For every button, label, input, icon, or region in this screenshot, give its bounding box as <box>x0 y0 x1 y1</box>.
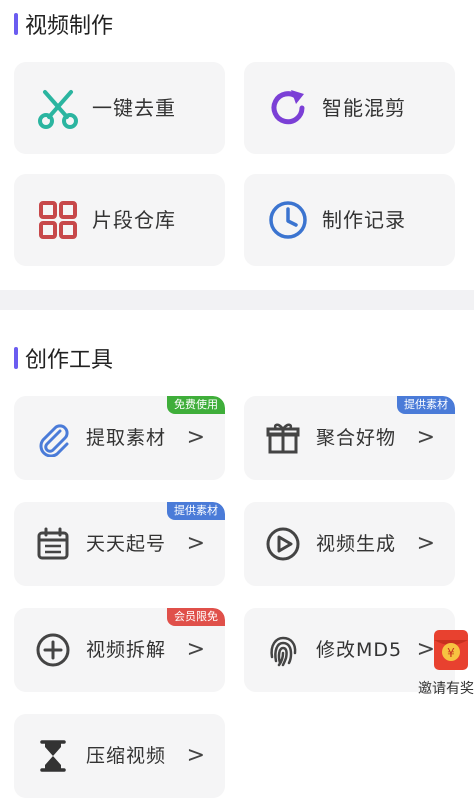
title-accent-bar <box>14 13 18 35</box>
daily-account-label: 天天起号 <box>86 533 167 555</box>
chevron-right-icon: > <box>416 531 435 556</box>
red-packet-icon: ¥ <box>434 630 468 670</box>
invite-reward-label: 邀请有奖 <box>418 681 474 697</box>
grid-icon <box>39 201 77 239</box>
scissors-icon <box>38 90 78 129</box>
chevron-right-icon: > <box>186 425 205 450</box>
smart-mix-card[interactable]: 智能混剪 <box>244 62 455 154</box>
daily-account-card[interactable]: 提供素材 天天起号 > <box>14 502 225 586</box>
play-icon <box>266 527 300 561</box>
extract-material-card[interactable]: 免费使用 提取素材 > <box>14 396 225 480</box>
dedupe-label: 一键去重 <box>92 96 176 120</box>
chevron-right-icon: > <box>416 425 435 450</box>
hourglass-icon <box>40 740 66 772</box>
fingerprint-icon <box>270 636 297 667</box>
clip-library-card[interactable]: 片段仓库 <box>14 174 225 266</box>
compress-video-label: 压缩视频 <box>86 745 167 767</box>
smart-mix-label: 智能混剪 <box>322 96 406 120</box>
extract-material-label: 提取素材 <box>86 427 167 449</box>
clock-icon <box>269 201 307 239</box>
history-label: 制作记录 <box>322 208 406 232</box>
video-generate-label: 视频生成 <box>316 533 397 555</box>
paperclip-icon <box>39 424 69 457</box>
video-breakdown-label: 视频拆解 <box>86 639 167 661</box>
dedupe-card[interactable]: 一键去重 <box>14 62 225 154</box>
plus-circle-icon <box>36 633 70 667</box>
creation-tools-section: 创作工具 免费使用 提取素材 > 提供素材 聚合好物 > 提供素材 天天起号 >… <box>0 310 474 804</box>
chevron-right-icon: > <box>186 531 205 556</box>
calendar-icon <box>37 527 69 560</box>
title-accent-bar <box>14 347 18 369</box>
chevron-right-icon: > <box>186 743 205 768</box>
creation-tools-title: 创作工具 <box>25 348 114 373</box>
refresh-icon <box>271 90 305 125</box>
compress-video-card[interactable]: 压缩视频 > <box>14 714 225 798</box>
gift-icon <box>266 423 300 454</box>
section-title: 视频制作 <box>14 10 114 39</box>
section-divider <box>0 290 474 310</box>
goods-aggregate-label: 聚合好物 <box>316 427 397 449</box>
video-generate-card[interactable]: 视频生成 > <box>244 502 455 586</box>
video-breakdown-card[interactable]: 会员限免 视频拆解 > <box>14 608 225 692</box>
section-title: 创作工具 <box>14 344 114 373</box>
packet-yen-text: ¥ <box>447 646 455 660</box>
invite-reward-float[interactable]: ¥ 邀请有奖 <box>418 628 474 700</box>
history-card[interactable]: 制作记录 <box>244 174 455 266</box>
goods-aggregate-card[interactable]: 提供素材 聚合好物 > <box>244 396 455 480</box>
video-making-title: 视频制作 <box>25 14 114 39</box>
modify-md5-label: 修改MD5 <box>316 639 403 661</box>
chevron-right-icon: > <box>186 637 205 662</box>
clip-library-label: 片段仓库 <box>92 208 176 232</box>
video-making-section: 视频制作 一键去重 智能混剪 片段仓库 制作记录 <box>0 0 474 290</box>
